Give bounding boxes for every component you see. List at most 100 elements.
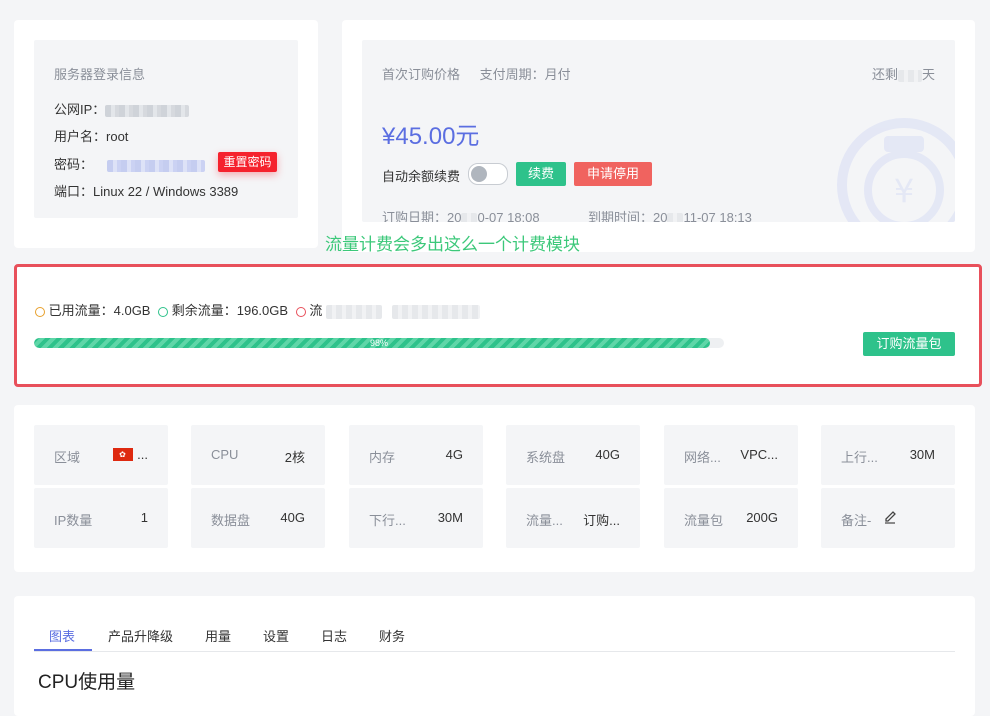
used-circle-icon [35, 306, 45, 317]
password-value-blurred [106, 159, 205, 172]
billing-panel: ¥ 首次订购价格 支付周期：月付 还剩 天 ¥45.00元 自动余额续费 续费 申… [362, 40, 955, 222]
tabs-card [14, 596, 975, 716]
spec-label: 上行... [841, 450, 878, 465]
reset-password-button[interactable]: 重置密码 [218, 152, 277, 172]
spec-download: 下行... 30M [349, 488, 483, 548]
svg-text:¥: ¥ [894, 172, 914, 210]
password-label: 密码： [54, 157, 94, 172]
billing-card: ¥ 首次订购价格 支付周期：月付 还剩 天 ¥45.00元 自动余额续费 续费 申… [342, 20, 975, 252]
remain-circle-icon [158, 306, 169, 317]
third-traffic-blurred [325, 304, 382, 319]
used-traffic: 已用流量：4.0GB [48, 303, 151, 318]
ip-label: 公网IP： [54, 102, 106, 117]
tabs-divider [34, 651, 955, 652]
expire-date-blurred [667, 212, 684, 222]
spec-ip-count: IP数量 1 [34, 488, 168, 548]
password-row: 密码： [54, 154, 205, 173]
spec-network: 网络... VPC... [664, 425, 798, 485]
traffic-progress-percent: 98% [369, 338, 388, 348]
toggle-knob [471, 166, 487, 182]
user-label: 用户名： [54, 129, 107, 144]
traffic-legend: 已用流量：4.0GB 剩余流量：196.0GB 流 [35, 300, 480, 319]
spec-value: 2核 [284, 450, 305, 465]
spec-label: 区域 [54, 450, 81, 465]
spec-label: 系统盘 [526, 450, 566, 465]
spec-cpu: CPU 2核 [191, 425, 325, 485]
spec-label: IP数量 [54, 513, 93, 528]
ip-row: 公网IP： [54, 99, 190, 118]
remaining-value-blurred [897, 69, 922, 82]
first-price-label: 首次订购价格 [382, 67, 461, 82]
renew-button[interactable]: 续费 [516, 162, 566, 186]
traffic-card: 已用流量：4.0GB 剩余流量：196.0GB 流 98% 订购流量包 [14, 264, 982, 387]
spec-label: 数据盘 [211, 513, 251, 528]
third-traffic-label: 流 [309, 303, 323, 318]
traffic-progress-track: 98% [34, 338, 724, 348]
order-date-blurred [461, 212, 478, 222]
auto-renew-toggle[interactable] [468, 163, 508, 185]
spec-label: CPU [211, 447, 239, 462]
section-title: CPU使用量 [38, 672, 136, 693]
spec-label: 流量包 [684, 513, 724, 528]
spec-region: 区域 ✿ ... [34, 425, 168, 485]
remaining-days: 还剩 天 [872, 64, 935, 83]
auto-renew-label: 自动余额续费 [382, 169, 461, 184]
spec-value: ✿ ... [113, 447, 148, 462]
login-card: 服务器登录信息 公网IP： 用户名：root 密码： 重置密码 端口：Linux… [14, 20, 318, 248]
expire-date: 到期时间：20 11-07 18:13 [588, 207, 752, 222]
remain-traffic: 剩余流量：196.0GB [171, 303, 289, 318]
cancel-service-button[interactable]: 申请停用 [574, 162, 652, 186]
fourth-traffic-blurred [391, 304, 480, 319]
spec-value: 1 [140, 510, 148, 525]
price-display: ¥45.00元 [382, 116, 479, 151]
tab-chart[interactable]: 图表 [49, 626, 75, 645]
port-row: 端口：Linux 22 / Windows 3389 [54, 181, 238, 200]
spec-memory: 内存 4G [349, 425, 483, 485]
remaining-label: 还剩 [871, 67, 898, 82]
spec-value: 订购... [583, 513, 620, 528]
tab-upgrade[interactable]: 产品升降级 [108, 626, 173, 645]
user-value: root [106, 129, 129, 144]
spec-value: 30M [909, 447, 935, 462]
third-circle-icon [295, 306, 306, 317]
spec-label: 下行... [369, 513, 406, 528]
spec-value: 40G [595, 447, 620, 462]
tab-usage[interactable]: 用量 [205, 626, 231, 645]
spec-value: VPC... [740, 447, 778, 462]
price-meta-row: 首次订购价格 支付周期：月付 [382, 64, 571, 83]
spec-data-disk: 数据盘 40G [191, 488, 325, 548]
order-date: 订购日期：20 0-07 18:08 [382, 207, 540, 222]
money-bag-watermark-icon: ¥ [837, 118, 955, 222]
tab-finance[interactable]: 财务 [379, 626, 405, 645]
login-panel: 服务器登录信息 公网IP： 用户名：root 密码： 重置密码 端口：Linux… [34, 40, 298, 218]
price-prefix: ¥4 [382, 123, 409, 150]
annotation-text: 流量计费会多出这么一个计费模块 [325, 235, 580, 254]
expire-label: 到期时间：20 [588, 210, 668, 222]
spec-traffic-billing: 流量... 订购... [506, 488, 640, 548]
period-label: 支付周期：月付 [479, 67, 571, 82]
order-date-label: 订购日期：20 [382, 210, 462, 222]
edit-note-icon[interactable] [883, 508, 897, 524]
specs-card: 区域 ✿ ... CPU 2核 内存 4G 系统盘 40G 网络... VPC.… [14, 405, 975, 572]
user-row: 用户名：root [54, 126, 128, 145]
spec-system-disk: 系统盘 40G [506, 425, 640, 485]
tab-logs[interactable]: 日志 [321, 626, 347, 645]
port-value: Linux 22 / Windows 3389 [93, 184, 239, 199]
spec-label: 流量... [526, 513, 563, 528]
login-title: 服务器登录信息 [54, 67, 146, 82]
spec-note: 备注- [821, 488, 955, 548]
spec-upload: 上行... 30M [821, 425, 955, 485]
spec-value: 40G [280, 510, 305, 525]
spec-value: 200G [746, 510, 778, 525]
tab-settings[interactable]: 设置 [263, 626, 289, 645]
remaining-suffix: 天 [921, 67, 935, 82]
price-suffix: 5.00元 [408, 123, 480, 150]
order-date-suffix: 0-07 18:08 [477, 210, 540, 222]
port-label: 端口： [54, 184, 94, 199]
buy-traffic-package-button[interactable]: 订购流量包 [863, 332, 955, 356]
spec-traffic-package: 流量包 200G [664, 488, 798, 548]
spec-label: 内存 [369, 450, 396, 465]
ip-value-blurred [105, 104, 190, 117]
spec-value: 30M [437, 510, 463, 525]
spec-label: 网络... [684, 450, 721, 465]
